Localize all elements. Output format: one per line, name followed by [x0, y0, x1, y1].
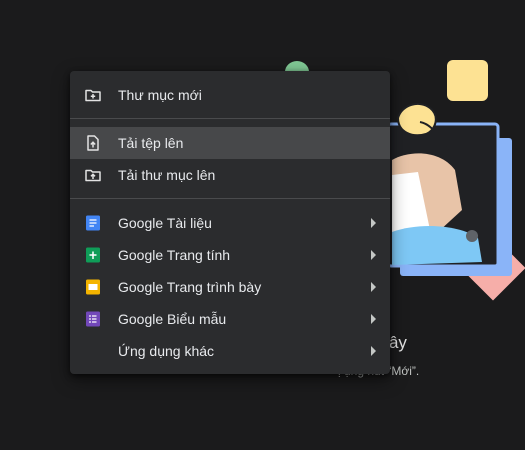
google-docs-icon: [84, 214, 102, 232]
submenu-arrow-icon: [371, 314, 376, 324]
menu-item-label: Tải tệp lên: [118, 135, 184, 151]
menu-item-label: Ứng dụng khác: [118, 343, 215, 359]
submenu-arrow-icon: [371, 250, 376, 260]
menu-item-google-sheets[interactable]: Google Trang tính: [70, 239, 390, 271]
menu-item-upload-file[interactable]: Tải tệp lên: [70, 127, 390, 159]
google-sheets-icon: [84, 246, 102, 264]
file-upload-icon: [84, 134, 102, 152]
folder-upload-icon: [84, 166, 102, 184]
menu-item-label: Google Biểu mẫu: [118, 311, 227, 327]
menu-item-label: Google Trang tính: [118, 247, 231, 263]
menu-item-label: Google Trang trình bày: [118, 279, 262, 295]
menu-item-label: Google Tài liệu: [118, 215, 212, 231]
menu-item-google-slides[interactable]: Google Trang trình bày: [70, 271, 390, 303]
more-apps-icon: [84, 342, 102, 360]
menu-item-new-folder[interactable]: Thư mục mới: [70, 79, 390, 111]
menu-item-label: Tải thư mục lên: [118, 167, 216, 183]
submenu-arrow-icon: [371, 346, 376, 356]
menu-divider: [70, 118, 390, 119]
new-item-menu: Thư mục mới Tải tệp lên Tải thư mục lên: [70, 71, 390, 374]
submenu-arrow-icon: [371, 282, 376, 292]
new-folder-icon: [84, 86, 102, 104]
menu-item-upload-folder[interactable]: Tải thư mục lên: [70, 159, 390, 191]
menu-item-more-apps[interactable]: Ứng dụng khác: [70, 335, 390, 367]
menu-divider: [70, 198, 390, 199]
menu-item-google-forms[interactable]: Google Biểu mẫu: [70, 303, 390, 335]
submenu-arrow-icon: [371, 218, 376, 228]
menu-item-google-docs[interactable]: Google Tài liệu: [70, 207, 390, 239]
menu-item-label: Thư mục mới: [118, 87, 202, 103]
google-slides-icon: [84, 278, 102, 296]
google-forms-icon: [84, 310, 102, 328]
